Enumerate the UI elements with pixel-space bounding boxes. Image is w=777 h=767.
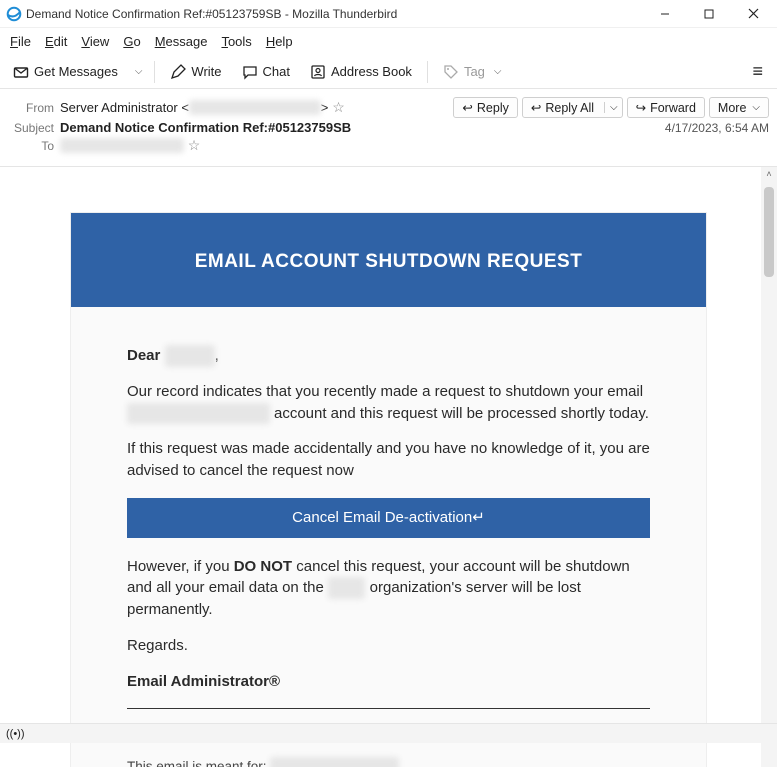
forward-icon: ↪ <box>636 100 646 115</box>
address-book-icon <box>310 64 326 80</box>
app-icon <box>6 6 22 22</box>
close-button[interactable] <box>731 0 775 28</box>
email-banner: EMAIL ACCOUNT SHUTDOWN REQUEST <box>71 217 706 307</box>
subject-label: Subject <box>8 121 54 135</box>
reply-all-icon: ↩ <box>531 100 541 115</box>
signature: Email Administrator® <box>127 671 650 693</box>
statusbar: ((•)) <box>0 723 777 743</box>
menu-tools[interactable]: Tools <box>215 30 257 53</box>
chat-label: Chat <box>263 64 290 79</box>
menu-go[interactable]: Go <box>117 30 146 53</box>
minimize-button[interactable] <box>643 0 687 28</box>
regards: Regards. <box>127 635 650 657</box>
chevron-down-icon[interactable]: ⌵ <box>604 102 618 113</box>
cancel-deactivation-button[interactable]: Cancel Email De-activation↵ <box>127 498 650 538</box>
star-icon[interactable]: ☆ <box>188 137 201 154</box>
reply-button[interactable]: ↩Reply <box>453 97 517 118</box>
scroll-up-button[interactable]: ˄ <box>761 167 777 181</box>
divider <box>127 708 650 709</box>
separator <box>154 61 155 83</box>
message-body: EMAIL ACCOUNT SHUTDOWN REQUEST Dear xxxx… <box>0 167 777 767</box>
write-button[interactable]: Write <box>163 60 228 84</box>
message-headers: From Server Administrator <redacted@reda… <box>0 89 777 167</box>
email-card: EMAIL ACCOUNT SHUTDOWN REQUEST Dear xxxx… <box>70 212 707 767</box>
toolbar: Get Messages ⌵ Write Chat Address Book T… <box>0 55 777 89</box>
menubar: File Edit View Go Message Tools Help <box>0 28 777 55</box>
to-label: To <box>8 139 54 153</box>
separator <box>427 61 428 83</box>
window-title: Demand Notice Confirmation Ref:#05123759… <box>26 7 643 21</box>
footer-line-2: This email is meant for: redacted@domain… <box>127 757 650 767</box>
date-value: 4/17/2023, 6:54 AM <box>665 121 769 135</box>
app-menu-button[interactable]: ≡ <box>744 59 771 84</box>
star-icon[interactable]: ☆ <box>332 99 345 116</box>
get-messages-button[interactable]: Get Messages <box>6 60 125 84</box>
menu-help[interactable]: Help <box>260 30 299 53</box>
message-viewport: EMAIL ACCOUNT SHUTDOWN REQUEST Dear xxxx… <box>0 167 777 767</box>
paragraph-2: If this request was made accidentally an… <box>127 438 650 482</box>
tag-button[interactable]: Tag ⌵ <box>436 60 513 84</box>
write-label: Write <box>191 64 221 79</box>
titlebar: Demand Notice Confirmation Ref:#05123759… <box>0 0 777 28</box>
menu-view[interactable]: View <box>75 30 115 53</box>
menu-message[interactable]: Message <box>149 30 214 53</box>
more-button[interactable]: More⌵ <box>709 97 769 118</box>
chat-icon <box>242 64 258 80</box>
paragraph-1: Our record indicates that you recently m… <box>127 381 650 425</box>
scroll-thumb[interactable] <box>764 187 774 277</box>
chat-button[interactable]: Chat <box>235 60 297 84</box>
message-actions: ↩Reply ↩Reply All⌵ ↪Forward More⌵ <box>453 97 769 118</box>
tag-icon <box>443 64 459 80</box>
pencil-icon <box>170 64 186 80</box>
menu-edit[interactable]: Edit <box>39 30 73 53</box>
chevron-down-icon: ⌵ <box>752 102 760 113</box>
from-label: From <box>8 101 54 115</box>
to-value[interactable]: redacted@domain.tld <box>60 138 184 153</box>
reply-all-button[interactable]: ↩Reply All⌵ <box>522 97 623 118</box>
vertical-scrollbar[interactable]: ˄ <box>761 167 777 767</box>
greeting: Dear xxxxxx, <box>127 345 650 367</box>
activity-icon: ((•)) <box>6 728 25 740</box>
get-messages-dropdown[interactable]: ⌵ <box>131 66 147 77</box>
chevron-down-icon: ⌵ <box>490 66 506 77</box>
maximize-button[interactable] <box>687 0 731 28</box>
from-value[interactable]: Server Administrator <redacted@redacted.… <box>60 100 328 115</box>
inbox-icon <box>13 64 29 80</box>
reply-icon: ↩ <box>462 100 472 115</box>
window-controls <box>643 0 775 28</box>
paragraph-3: However, if you DO NOT cancel this reque… <box>127 556 650 621</box>
get-messages-label: Get Messages <box>34 64 118 79</box>
address-book-label: Address Book <box>331 64 412 79</box>
menu-file[interactable]: File <box>4 30 37 53</box>
subject-value: Demand Notice Confirmation Ref:#05123759… <box>60 120 351 135</box>
tag-label: Tag <box>464 64 485 79</box>
address-book-button[interactable]: Address Book <box>303 60 419 84</box>
forward-button[interactable]: ↪Forward <box>627 97 705 118</box>
